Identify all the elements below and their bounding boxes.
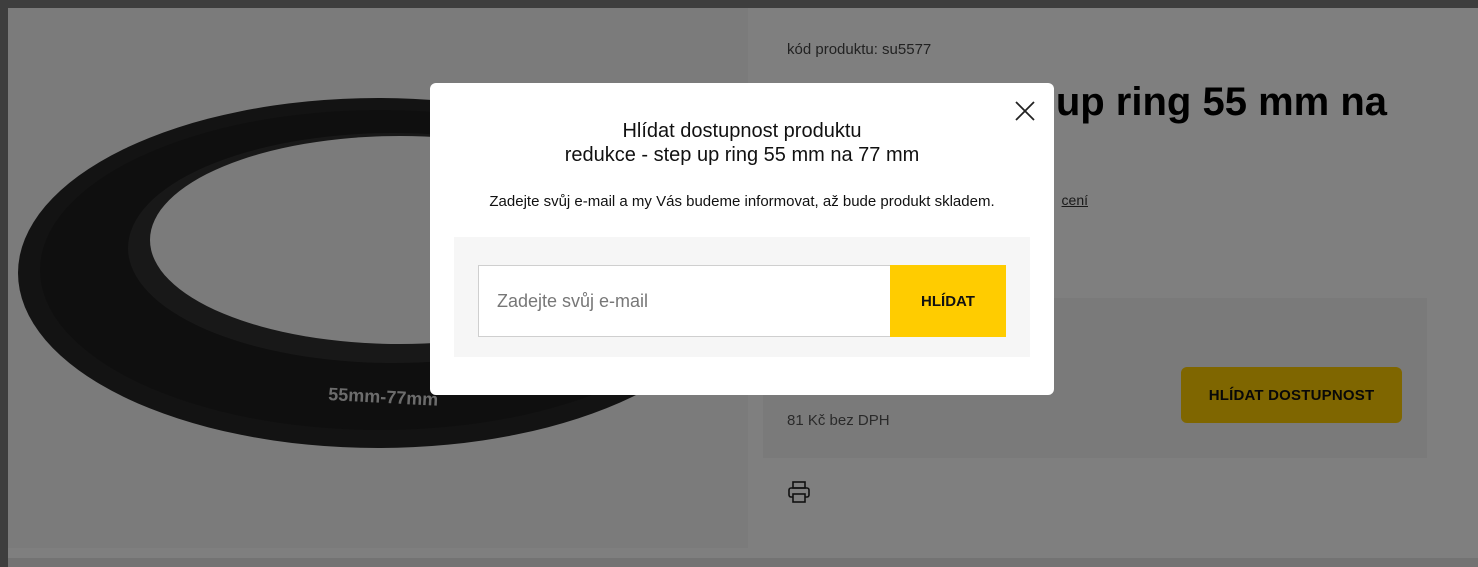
modal-title-line2: redukce - step up ring 55 mm na 77 mm bbox=[564, 144, 920, 166]
modal-title-line1: Hlídat dostupnost produktu bbox=[622, 120, 862, 142]
availability-modal: Hlídat dostupnost produktu redukce - ste… bbox=[430, 83, 1054, 395]
watch-form: HLÍDAT bbox=[454, 237, 1030, 357]
watch-submit-button[interactable]: HLÍDAT bbox=[890, 265, 1006, 337]
email-input[interactable] bbox=[478, 265, 890, 337]
modal-title: Hlídat dostupnost produktu redukce - ste… bbox=[430, 119, 1054, 167]
modal-description: Zadejte svůj e-mail a my Vás budeme info… bbox=[489, 193, 995, 210]
